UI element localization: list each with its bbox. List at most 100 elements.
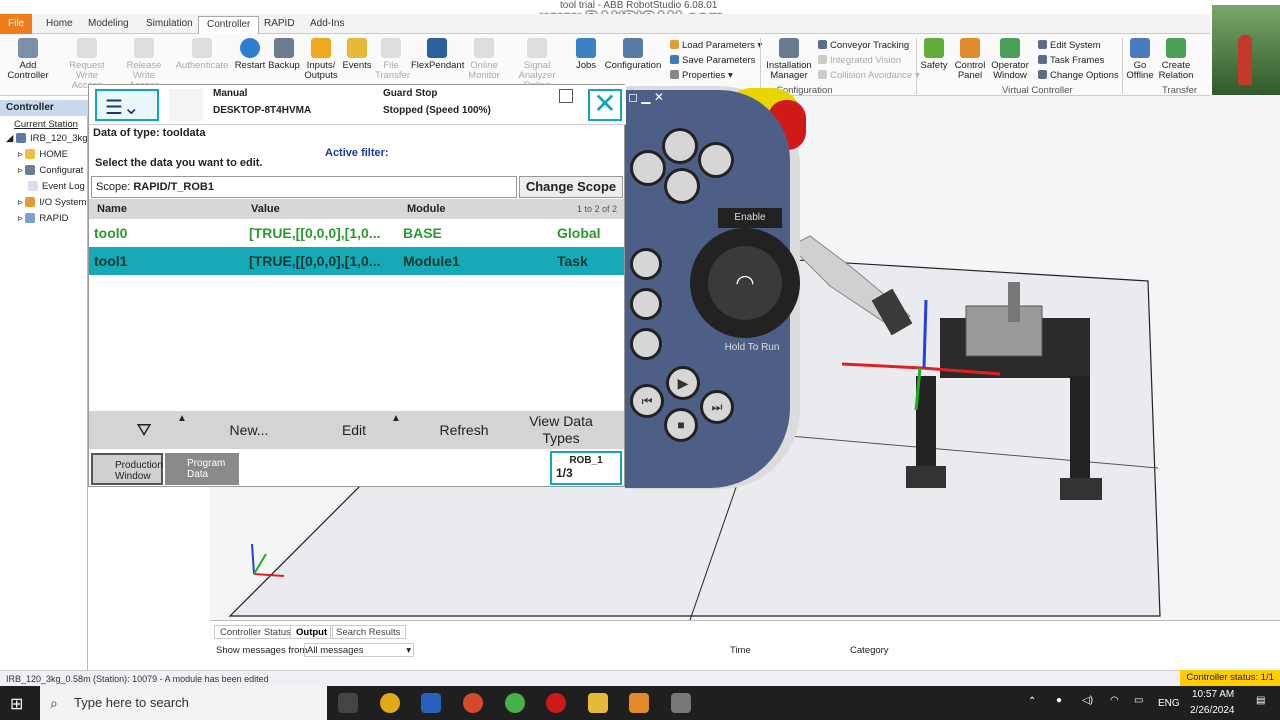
abb-menu-button[interactable]: ☰⌄ bbox=[95, 89, 159, 121]
pendant-key-minus[interactable] bbox=[630, 150, 666, 186]
tree-item-event-log[interactable]: Event Log bbox=[28, 181, 85, 192]
edit-system-button[interactable]: Edit System bbox=[1038, 40, 1101, 51]
tab-search-results[interactable]: Search Results bbox=[330, 625, 407, 639]
clock-date[interactable]: 2/26/2024 bbox=[1190, 705, 1235, 716]
tab-controller[interactable]: Controller bbox=[198, 16, 260, 34]
joystick[interactable]: ◜◝ bbox=[708, 246, 782, 320]
task-frames-button[interactable]: Task Frames bbox=[1038, 55, 1104, 66]
enable-button[interactable]: Enable bbox=[718, 208, 782, 228]
table-row-selected[interactable]: tool1 [TRUE,[[0,0,0],[1,0... Module1 Tas… bbox=[89, 247, 624, 275]
tab-output[interactable]: Output bbox=[290, 625, 334, 639]
close-icon[interactable]: ✕ bbox=[588, 89, 622, 121]
tab-rapid[interactable]: RAPID bbox=[256, 16, 303, 34]
properties-button[interactable]: Properties ▾ bbox=[670, 70, 733, 81]
taskbar-search-box[interactable]: ⌕ Type here to search bbox=[40, 686, 327, 720]
operator-window-button[interactable]: Operator Window bbox=[990, 36, 1030, 81]
tab-controller-status[interactable]: Controller Status bbox=[214, 625, 297, 639]
add-controller-button[interactable]: Add Controller bbox=[4, 36, 52, 81]
integrated-vision-button[interactable]: Integrated Vision bbox=[818, 55, 901, 66]
change-scope-button[interactable]: Change Scope bbox=[519, 176, 623, 198]
configuration-button[interactable]: Configuration bbox=[604, 36, 662, 71]
task-view-icon[interactable] bbox=[338, 693, 358, 713]
program-data-task[interactable]: Program Data bbox=[165, 453, 239, 485]
windows-start-icon[interactable]: ⊞ bbox=[10, 694, 23, 714]
column-value[interactable]: Value bbox=[251, 203, 280, 215]
quickset-icon[interactable] bbox=[559, 89, 573, 103]
tab-add-ins[interactable]: Add-Ins bbox=[302, 16, 352, 34]
edit-button[interactable]: Edit bbox=[319, 411, 389, 449]
authenticate-button[interactable]: Authenticate bbox=[174, 36, 230, 71]
new-button[interactable]: New... bbox=[209, 411, 289, 449]
word-icon[interactable] bbox=[421, 693, 441, 713]
column-module[interactable]: Module bbox=[407, 203, 446, 215]
tree-item-io-system[interactable]: ▹ I/O System bbox=[18, 197, 86, 208]
go-offline-button[interactable]: Go Offline bbox=[1126, 36, 1154, 81]
step-back-button[interactable]: ⏮ bbox=[630, 384, 664, 418]
tray-chevron-icon[interactable]: ⌃ bbox=[1028, 696, 1036, 707]
message-filter-select[interactable]: All messages ▾ bbox=[304, 643, 414, 657]
load-parameters-button[interactable]: Load Parameters ▾ bbox=[670, 40, 762, 51]
clock-time[interactable]: 10:57 AM bbox=[1192, 689, 1234, 700]
release-write-access-button[interactable]: Release Write Access bbox=[117, 36, 171, 91]
filter-icon[interactable]: ⛛ bbox=[119, 411, 169, 449]
create-relation-button[interactable]: Create Relation bbox=[1158, 36, 1194, 81]
controller-status[interactable]: Controller status: 1/1 bbox=[1180, 670, 1280, 686]
save-parameters-button[interactable]: Save Parameters bbox=[670, 55, 755, 66]
volume-icon[interactable]: ◁) bbox=[1082, 695, 1093, 706]
robotstudio-icon[interactable] bbox=[629, 693, 649, 713]
request-write-access-button[interactable]: Request Write Access bbox=[60, 36, 114, 91]
tab-home[interactable]: Home bbox=[38, 16, 81, 34]
flexpendant-task-icon[interactable] bbox=[671, 693, 691, 713]
tree-item-irb120[interactable]: ◢ IRB_120_3kg bbox=[6, 133, 88, 144]
column-name[interactable]: Name bbox=[97, 203, 127, 215]
battery-icon[interactable]: ▭ bbox=[1134, 695, 1143, 706]
collision-avoidance-button[interactable]: Collision Avoidance ▾ bbox=[818, 70, 920, 81]
current-station-link[interactable]: Current Station bbox=[14, 119, 78, 130]
restart-button[interactable]: Restart bbox=[234, 36, 266, 71]
file-transfer-button[interactable]: File Transfer bbox=[375, 36, 410, 81]
inputs-outputs-button[interactable]: Inputs/ Outputs bbox=[302, 36, 340, 81]
record-icon[interactable] bbox=[546, 693, 566, 713]
tab-file[interactable]: File bbox=[0, 14, 33, 34]
pendant-jog-mode-key[interactable] bbox=[630, 248, 662, 280]
conveyor-tracking-button[interactable]: Conveyor Tracking bbox=[818, 40, 909, 51]
microphone-icon[interactable]: ● bbox=[1056, 695, 1062, 706]
step-forward-button[interactable]: ⏭ bbox=[700, 390, 734, 424]
pendant-toggle-key[interactable] bbox=[630, 328, 662, 360]
table-row[interactable]: tool0 [TRUE,[[0,0,0],[1,0... BASE Global bbox=[89, 219, 624, 247]
tree-item-home[interactable]: ▹ HOME bbox=[18, 149, 68, 160]
app-icon[interactable] bbox=[505, 693, 525, 713]
events-button[interactable]: Events bbox=[342, 36, 372, 71]
signal-analyzer-button[interactable]: Signal Analyzer Online bbox=[506, 36, 568, 91]
play-button[interactable]: ▶ bbox=[666, 366, 700, 400]
pendant-increment-key[interactable] bbox=[630, 288, 662, 320]
pendant-key-4[interactable] bbox=[664, 168, 700, 204]
view-data-types-button[interactable]: View Data Types bbox=[509, 411, 613, 449]
backup-button[interactable]: Backup bbox=[268, 36, 300, 71]
flexpendant-button[interactable]: FlexPendant bbox=[411, 36, 464, 71]
stop-button[interactable]: ■ bbox=[664, 408, 698, 442]
jobs-button[interactable]: Jobs bbox=[572, 36, 600, 71]
tree-item-configuration[interactable]: ▹ Configurat bbox=[18, 165, 83, 176]
refresh-button[interactable]: Refresh bbox=[419, 411, 509, 449]
control-panel-button[interactable]: Control Panel bbox=[952, 36, 988, 81]
chrome-icon[interactable] bbox=[380, 693, 400, 713]
tab-simulation[interactable]: Simulation bbox=[138, 16, 201, 34]
chrome-profile-icon[interactable] bbox=[463, 693, 483, 713]
notification-icon[interactable]: ▤ bbox=[1256, 695, 1265, 706]
ribbon-separator bbox=[760, 38, 761, 94]
language-indicator[interactable]: ENG bbox=[1158, 698, 1180, 709]
online-monitor-button[interactable]: Online Monitor bbox=[466, 36, 502, 81]
file-explorer-icon[interactable] bbox=[588, 693, 608, 713]
tree-item-rapid[interactable]: ▹ RAPID bbox=[18, 213, 68, 224]
tab-modeling[interactable]: Modeling bbox=[80, 16, 137, 34]
pendant-key-3[interactable] bbox=[698, 142, 734, 178]
wifi-icon[interactable]: ◠ bbox=[1110, 695, 1119, 706]
quickset-rob1-button[interactable]: ROB_1 1/3 bbox=[550, 451, 622, 485]
pendant-key-1[interactable] bbox=[662, 128, 698, 164]
installation-manager-button[interactable]: Installation Manager bbox=[764, 36, 814, 81]
caret-up-icon: ▲ bbox=[391, 413, 401, 424]
production-window-task[interactable]: Production Window bbox=[91, 453, 163, 485]
safety-button[interactable]: Safety bbox=[920, 36, 948, 71]
change-options-button[interactable]: Change Options bbox=[1038, 70, 1119, 81]
